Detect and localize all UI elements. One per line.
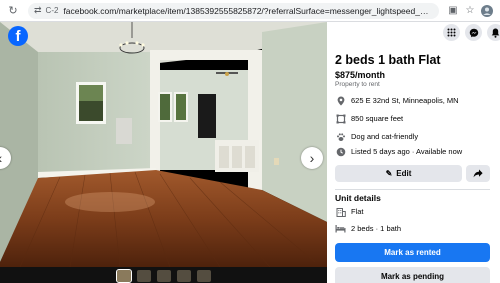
listed-row: Listed 5 days ago · Available now [335, 146, 462, 157]
building-icon [335, 206, 346, 217]
area-text: 850 square feet [351, 114, 404, 123]
listing-title: 2 beds 1 bath Flat [335, 53, 441, 67]
facebook-logo-icon[interactable]: f [8, 26, 28, 46]
pets-text: Dog and cat-friendly [351, 132, 419, 141]
url-text[interactable]: facebook.com/marketplace/item/1385392555… [63, 6, 433, 16]
share-button[interactable] [466, 165, 490, 182]
profile-avatar-icon[interactable] [480, 4, 494, 18]
pencil-icon: ✎ [385, 169, 393, 178]
section-divider [335, 189, 490, 190]
address-text[interactable]: 625 E 32nd St, Minneapolis, MN [351, 96, 459, 105]
unit-type-row: Flat [335, 206, 364, 217]
edit-listing-button[interactable]: ✎ Edit [335, 165, 462, 182]
mark-as-rented-button[interactable]: Mark as rented [335, 243, 490, 262]
rooms-text: 2 beds · 1 bath [351, 224, 402, 233]
site-settings-icon[interactable]: ⇄ [34, 5, 42, 16]
listing-details-panel: 2 beds 1 bath Flat $875/month Property t… [327, 22, 500, 283]
square-footage-icon [335, 113, 346, 124]
rooms-row: 2 beds · 1 bath [335, 223, 401, 234]
mark-as-pending-button[interactable]: Mark as pending [335, 267, 490, 283]
address-bar[interactable]: ⇄ C-2 facebook.com/marketplace/item/1385… [28, 2, 439, 19]
photo-thumbnail[interactable] [156, 270, 171, 282]
facebook-logo-letter: f [15, 28, 21, 45]
next-photo-button[interactable]: › [301, 147, 323, 169]
listing-category: Property to rent [335, 81, 380, 88]
thumbnail-strip [0, 267, 327, 283]
edit-label: Edit [396, 169, 412, 178]
photo-thumbnail[interactable] [136, 270, 151, 282]
location-pin-icon [335, 95, 346, 106]
listing-price: $875/month [335, 70, 386, 80]
paw-icon [335, 131, 346, 142]
pets-row: Dog and cat-friendly [335, 131, 418, 142]
photo-thumbnail[interactable] [115, 269, 132, 283]
share-arrow-icon [473, 169, 483, 178]
listing-photo [0, 22, 327, 267]
unit-type-text: Flat [351, 207, 364, 216]
header-actions [443, 24, 500, 41]
listed-text: Listed 5 days ago · Available now [351, 147, 463, 156]
notifications-bell-icon[interactable] [487, 24, 500, 41]
chevron-left-icon: ‹ [0, 150, 2, 166]
address-row: 625 E 32nd St, Minneapolis, MN [335, 95, 459, 106]
reload-icon[interactable]: ↻ [6, 4, 20, 18]
chevron-right-icon: › [309, 150, 315, 166]
photo-viewer: f ‹ › [0, 22, 327, 283]
screenshot-icon[interactable]: ▣ [446, 4, 460, 18]
browser-toolbar: ↻ ⇄ C-2 facebook.com/marketplace/item/13… [0, 0, 500, 22]
bed-icon [335, 223, 346, 234]
clock-icon [335, 146, 346, 157]
photo-thumbnail[interactable] [196, 270, 211, 282]
unit-details-heading: Unit details [335, 193, 381, 203]
area-row: 850 square feet [335, 113, 403, 124]
site-chip: C-2 [45, 6, 59, 15]
messenger-icon[interactable] [465, 24, 482, 41]
bookmark-star-icon[interactable]: ☆ [463, 4, 477, 18]
menu-grid-icon[interactable] [443, 24, 460, 41]
photo-thumbnail[interactable] [176, 270, 191, 282]
